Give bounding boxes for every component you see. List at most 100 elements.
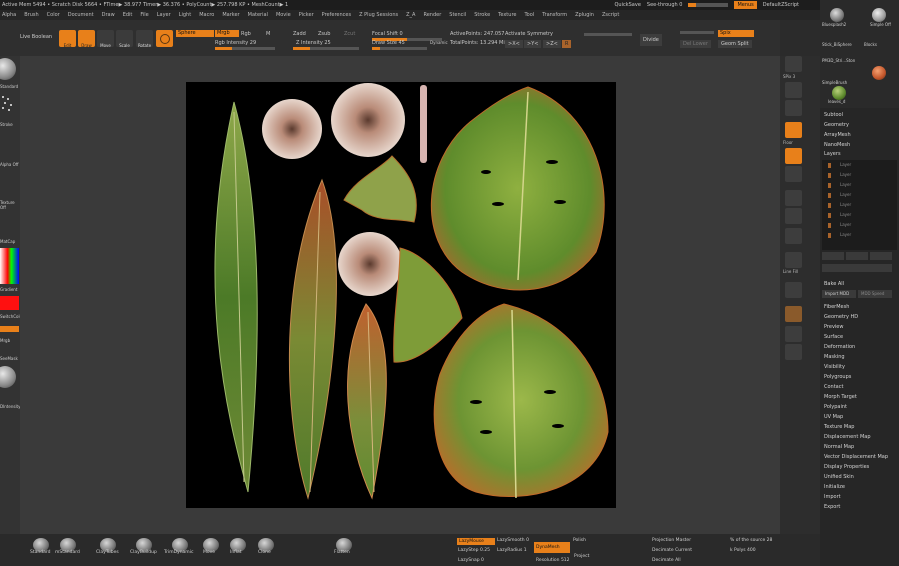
z-intensity-slider[interactable]	[293, 47, 359, 50]
menu-item[interactable]: Texture	[498, 12, 516, 18]
transp-button[interactable]	[785, 306, 802, 322]
palette-item[interactable]: Displacement Map	[824, 434, 871, 440]
palette-item[interactable]: Morph Target	[824, 394, 857, 400]
palette-item[interactable]: Deformation	[824, 344, 855, 350]
arraymesh-menu[interactable]: ArrayMesh	[824, 132, 851, 138]
draw-button[interactable]: Draw	[78, 30, 95, 48]
menu-item[interactable]: Document	[68, 12, 94, 18]
sphere-brush-button[interactable]: Sphere	[176, 30, 214, 37]
line-fill-button[interactable]	[785, 252, 802, 268]
mrgb-button[interactable]: Mrgb	[215, 30, 239, 37]
project-button[interactable]: Project	[574, 554, 589, 559]
smooth-slider[interactable]	[680, 31, 714, 34]
palette-item[interactable]: FiberMesh	[824, 304, 849, 310]
tool-thumb[interactable]	[872, 66, 886, 80]
del-lower-button[interactable]: Del Lower	[680, 40, 711, 48]
palette-item[interactable]: Polygroups	[824, 374, 851, 380]
x-axis-button[interactable]: >X<	[505, 40, 523, 48]
palette-item[interactable]: Normal Map	[824, 444, 854, 450]
tool-thumb[interactable]	[830, 8, 844, 22]
menu-item[interactable]: Color	[47, 12, 60, 18]
bake-all-button[interactable]: Bake All	[824, 281, 844, 287]
layer-dup-button[interactable]	[846, 252, 868, 260]
menu-item[interactable]: Z_A	[406, 12, 415, 18]
scale-button[interactable]: Scale	[116, 30, 133, 48]
menu-item[interactable]: Render	[423, 12, 441, 18]
zadd-button[interactable]: Zadd	[293, 31, 306, 37]
menu-item[interactable]: Picker	[299, 12, 314, 18]
alternate-color-toggle[interactable]	[0, 326, 19, 332]
layer-row[interactable]: Layer	[828, 202, 888, 208]
menu-item[interactable]: Light	[179, 12, 191, 18]
palette-item[interactable]: Texture Map	[824, 424, 854, 430]
projection-master-button[interactable]: Projection Master	[652, 538, 691, 543]
geom-split-button[interactable]: Geom Split	[718, 40, 752, 48]
menu-item[interactable]: Brush	[24, 12, 38, 18]
geometry-menu[interactable]: Geometry	[824, 122, 849, 128]
palette-item[interactable]: Preview	[824, 324, 843, 330]
spix-button[interactable]: Spix	[718, 30, 754, 37]
palette-item[interactable]: Export	[824, 504, 840, 510]
activate-symmetry-button[interactable]: Activate Symmetry	[505, 31, 553, 37]
live-boolean-button[interactable]: Live Boolean	[20, 34, 52, 40]
layer-row[interactable]: Layer	[828, 222, 888, 228]
menu-item[interactable]: Alpha	[2, 12, 16, 18]
polish-button[interactable]: Polish	[573, 538, 586, 543]
xpose-button[interactable]	[785, 344, 802, 360]
import-mdd-button[interactable]: Import MDD	[822, 290, 856, 298]
rotate-button[interactable]: Rotate	[136, 30, 153, 48]
k-polys-slider[interactable]: k Polys 400	[730, 548, 756, 553]
brush-preview[interactable]	[0, 58, 16, 80]
move-button[interactable]: Move	[97, 30, 114, 48]
nanomesh-menu[interactable]: NanoMesh	[824, 142, 850, 148]
z-axis-button[interactable]: >Z<	[543, 40, 561, 48]
palette-item[interactable]: Contact	[824, 384, 843, 390]
material-sphere-button[interactable]	[156, 30, 173, 47]
stroke-preview[interactable]	[0, 94, 18, 114]
local-button[interactable]	[785, 148, 802, 164]
polyf-button[interactable]	[785, 282, 802, 298]
menu-item[interactable]: Zplugin	[575, 12, 594, 18]
palette-item[interactable]: UV Map	[824, 414, 843, 420]
frame-button[interactable]	[785, 166, 802, 182]
lazymouse-button[interactable]: LazyMouse	[457, 538, 495, 545]
document-canvas[interactable]	[186, 82, 616, 508]
menu-item[interactable]: Stencil	[449, 12, 466, 18]
menu-item[interactable]: Movie	[276, 12, 291, 18]
palette-item[interactable]: Vector Displacement Map	[824, 454, 888, 460]
poly-ratio-slider[interactable]: % of the source 28	[730, 538, 772, 543]
m-button[interactable]: M	[266, 31, 270, 37]
floor-button[interactable]	[785, 122, 802, 138]
menu-item[interactable]: Zscript	[602, 12, 619, 18]
dynamic-button[interactable]: Dynamic	[430, 40, 448, 45]
decimate-all-button[interactable]: Decimate All	[652, 558, 681, 563]
persp-button[interactable]	[785, 100, 802, 116]
lazyradius-slider[interactable]: LazyRadius 1	[497, 548, 527, 553]
menu-item[interactable]: Macro	[199, 12, 214, 18]
layer-row[interactable]: Layer	[828, 182, 888, 188]
palette-item[interactable]: Initialize	[824, 484, 845, 490]
matcap-sphere[interactable]	[0, 366, 16, 388]
palette-item[interactable]: Polypaint	[824, 404, 847, 410]
tool-thumb-leaves[interactable]	[832, 86, 846, 100]
menu-item[interactable]: File	[140, 12, 148, 18]
spix-toggle[interactable]	[785, 82, 802, 98]
menu-item[interactable]: Z Plug Sessions	[359, 12, 398, 18]
decimate-current-button[interactable]: Decimate Current	[652, 548, 692, 553]
layer-row[interactable]: Layer	[828, 162, 888, 168]
palette-item[interactable]: Import	[824, 494, 841, 500]
layer-row[interactable]: Layer	[828, 172, 888, 178]
divide-button[interactable]: Divide	[640, 34, 662, 46]
menu-item[interactable]: Draw	[102, 12, 115, 18]
palette-item[interactable]: Masking	[824, 354, 845, 360]
layer-row[interactable]: Layer	[828, 232, 888, 238]
resolution-slider[interactable]: Resolution 512	[536, 558, 570, 563]
edit-button[interactable]: Edit	[59, 30, 76, 48]
layer-row[interactable]: Layer	[828, 212, 888, 218]
draw-size-slider[interactable]	[372, 47, 427, 50]
y-axis-button[interactable]: >Y<	[524, 40, 542, 48]
layer-record-button[interactable]	[822, 264, 892, 272]
lazysnap-slider[interactable]: LazySnap 0	[458, 558, 484, 563]
radial-symmetry-button[interactable]: R	[562, 40, 572, 48]
rgb-button[interactable]: Rgb	[241, 31, 251, 37]
